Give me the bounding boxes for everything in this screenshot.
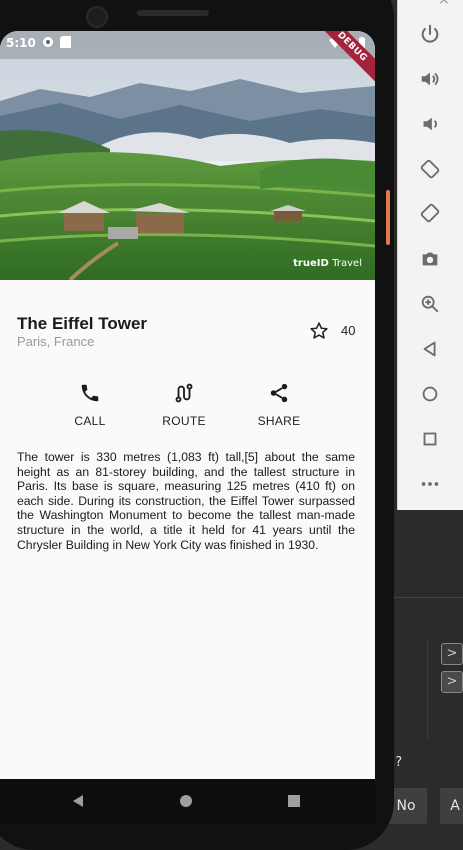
emulator-toolbar: × [397, 0, 463, 510]
overview-icon[interactable] [415, 424, 445, 454]
ide-a-button[interactable]: A [440, 788, 463, 824]
share-label: SHARE [257, 414, 301, 428]
nav-home-icon[interactable] [171, 789, 201, 813]
ide-expand-button[interactable]: > [441, 643, 463, 665]
back-icon[interactable] [415, 334, 445, 364]
place-title: The Eiffel Tower [17, 314, 148, 333]
place-location: Paris, France [17, 334, 95, 349]
ide-divider-vertical [427, 640, 428, 740]
place-description: The tower is 330 metres (1,083 ft) tall,… [17, 450, 355, 552]
zoom-icon[interactable] [415, 289, 445, 319]
toolbar-close-icon[interactable]: × [438, 0, 450, 8]
front-camera [86, 6, 108, 28]
phone-icon [81, 384, 99, 402]
app-screen: 5:10 DEBUG trueID Travel The Eiffel Towe… [0, 31, 375, 779]
route-button[interactable]: ROUTE [144, 382, 224, 428]
rotate-right-icon[interactable] [415, 198, 445, 228]
call-button[interactable]: CALL [50, 382, 130, 428]
volume-up-icon[interactable] [415, 64, 445, 94]
nav-overview-icon[interactable] [279, 789, 309, 813]
ide-expand-button-2[interactable]: > [441, 671, 463, 693]
more-icon[interactable] [415, 469, 445, 499]
hero-image: 5:10 DEBUG trueID Travel [0, 31, 375, 280]
volume-down-icon[interactable] [415, 109, 445, 139]
status-notification-icons [42, 36, 71, 48]
landscape-photo [0, 31, 375, 280]
home-icon[interactable] [415, 379, 445, 409]
route-icon [175, 383, 193, 403]
power-icon[interactable] [415, 19, 445, 49]
navigation-bar [0, 779, 375, 823]
nav-back-icon[interactable] [63, 789, 93, 813]
photo-watermark: trueID Travel [293, 258, 362, 269]
status-time: 5:10 [6, 36, 36, 50]
route-label: ROUTE [162, 414, 206, 428]
sim-card-icon [60, 36, 71, 48]
camera-icon[interactable] [415, 244, 445, 274]
share-button[interactable]: SHARE [239, 382, 319, 428]
call-label: CALL [74, 414, 106, 428]
status-bar: 5:10 [0, 31, 375, 55]
phone-side-button [386, 190, 390, 245]
star-icon[interactable] [309, 321, 329, 341]
favorite-count: 40 [341, 323, 356, 338]
sync-icon [43, 37, 53, 47]
share-icon [270, 383, 288, 403]
earpiece-speaker [137, 10, 209, 16]
rotate-left-icon[interactable] [415, 154, 445, 184]
